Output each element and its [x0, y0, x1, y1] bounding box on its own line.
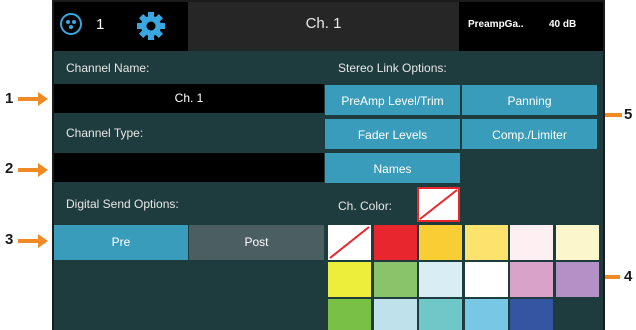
right-panel: Stereo Link Options: PreAmp Level/Trim P… [324, 51, 603, 330]
color-swatch[interactable] [554, 224, 600, 261]
color-swatch[interactable] [418, 298, 463, 330]
callout-3: 3 [5, 231, 14, 248]
color-swatch[interactable] [372, 298, 418, 330]
color-swatch[interactable] [463, 261, 509, 298]
callout-1: 1 [5, 90, 14, 107]
color-swatch[interactable] [327, 261, 372, 298]
color-swatch[interactable] [509, 261, 554, 298]
preamp-gain-value[interactable]: 40 dB [549, 19, 576, 30]
callout-5: 5 [624, 106, 633, 123]
arrow-right-icon [18, 234, 48, 248]
channel-type-field[interactable] [54, 153, 324, 182]
channel-name-label: Channel Name: [66, 61, 150, 75]
arrow-right-icon [18, 163, 48, 177]
color-swatch[interactable] [418, 261, 463, 298]
color-swatch[interactable] [463, 298, 509, 330]
channel-color-label: Ch. Color: [338, 199, 393, 213]
top-bar: 1 Ch. 1 PreampGa.. 40 dB [54, 2, 603, 51]
channel-type-label: Channel Type: [66, 126, 144, 140]
color-swatch[interactable] [372, 261, 418, 298]
link-comp-limiter-button[interactable]: Comp./Limiter [461, 118, 598, 150]
channel-number: 1 [96, 16, 105, 33]
callout-2: 2 [5, 160, 14, 177]
color-swatch[interactable] [372, 224, 418, 261]
color-swatch[interactable] [554, 261, 600, 298]
channel-title: Ch. 1 [188, 2, 459, 51]
color-swatch[interactable] [463, 224, 509, 261]
link-fader-levels-button[interactable]: Fader Levels [324, 118, 461, 150]
color-swatch[interactable] [418, 224, 463, 261]
digital-send-options-label: Digital Send Options: [66, 197, 179, 211]
left-panel: Channel Name: Ch. 1 Channel Type: Digita… [54, 51, 324, 330]
swatch-no-color[interactable] [327, 224, 372, 261]
link-preamp-level-trim-button[interactable]: PreAmp Level/Trim [324, 84, 461, 116]
xlr-input-icon[interactable] [60, 13, 82, 35]
preamp-gain-label[interactable]: PreampGa.. [468, 19, 524, 30]
callout-4: 4 [624, 268, 633, 285]
channel-name-field[interactable]: Ch. 1 [54, 84, 324, 113]
arrow-right-icon [18, 92, 48, 106]
current-color-no-color-icon[interactable] [417, 187, 460, 222]
send-post-button[interactable]: Post [189, 225, 324, 260]
link-panning-button[interactable]: Panning [461, 84, 598, 116]
link-names-button[interactable]: Names [324, 152, 461, 184]
color-swatch[interactable] [509, 224, 554, 261]
color-swatch[interactable] [509, 298, 554, 330]
channel-settings-screen: 1 Ch. 1 PreampGa.. 40 dB Channel Name: C… [52, 0, 605, 330]
color-swatch[interactable] [327, 298, 372, 330]
send-pre-button[interactable]: Pre [54, 225, 188, 260]
gear-icon[interactable] [136, 11, 166, 41]
stereo-link-options-label: Stereo Link Options: [338, 61, 447, 75]
